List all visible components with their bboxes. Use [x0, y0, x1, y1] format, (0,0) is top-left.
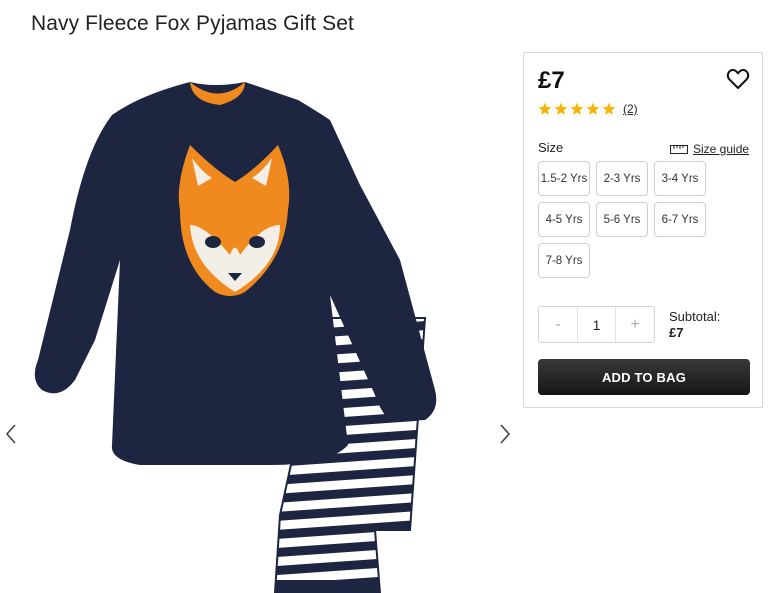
- ruler-icon: [670, 144, 688, 154]
- star-icon: [554, 102, 568, 115]
- gallery-prev-button[interactable]: [1, 420, 21, 448]
- product-gallery: [0, 60, 520, 593]
- star-icon: [570, 102, 584, 115]
- star-icon: [602, 102, 616, 115]
- purchase-panel: £7 (2) Size Size guide 1.5-2 Yrs 2-3 Yrs…: [523, 52, 763, 408]
- review-count-link[interactable]: (2): [623, 102, 638, 116]
- quantity-input[interactable]: 1: [577, 307, 616, 342]
- star-rating: (2): [538, 102, 638, 116]
- size-option[interactable]: 5-6 Yrs: [596, 202, 648, 237]
- wishlist-button[interactable]: [726, 67, 750, 91]
- size-option[interactable]: 7-8 Yrs: [538, 243, 590, 278]
- add-to-bag-button[interactable]: ADD TO BAG: [538, 359, 750, 395]
- size-option[interactable]: 3-4 Yrs: [654, 161, 706, 196]
- product-image: [34, 82, 437, 593]
- subtotal: Subtotal: £7: [669, 309, 720, 341]
- heart-icon: [726, 68, 750, 89]
- subtotal-label: Subtotal:: [669, 309, 721, 324]
- gallery-next-button[interactable]: [495, 420, 515, 448]
- trouser-cuff: [275, 580, 380, 593]
- quantity-increase-button[interactable]: +: [616, 307, 654, 342]
- price: £7: [538, 67, 565, 94]
- chevron-left-icon: [5, 424, 16, 444]
- quantity-decrease-button[interactable]: -: [539, 307, 577, 342]
- size-label: Size: [538, 140, 564, 155]
- chevron-right-icon: [500, 424, 511, 444]
- size-option[interactable]: 2-3 Yrs: [596, 161, 648, 196]
- quantity-stepper: - 1 +: [538, 306, 655, 343]
- page-title: Navy Fleece Fox Pyjamas Gift Set: [31, 12, 354, 35]
- star-icon: [538, 102, 552, 115]
- size-guide-label: Size guide: [693, 142, 750, 156]
- size-guide-link[interactable]: Size guide: [670, 142, 749, 156]
- size-option[interactable]: 1.5-2 Yrs: [538, 161, 590, 196]
- size-option[interactable]: 4-5 Yrs: [538, 202, 590, 237]
- subtotal-value: £7: [669, 325, 684, 340]
- size-option[interactable]: 6-7 Yrs: [654, 202, 706, 237]
- star-icon: [586, 102, 600, 115]
